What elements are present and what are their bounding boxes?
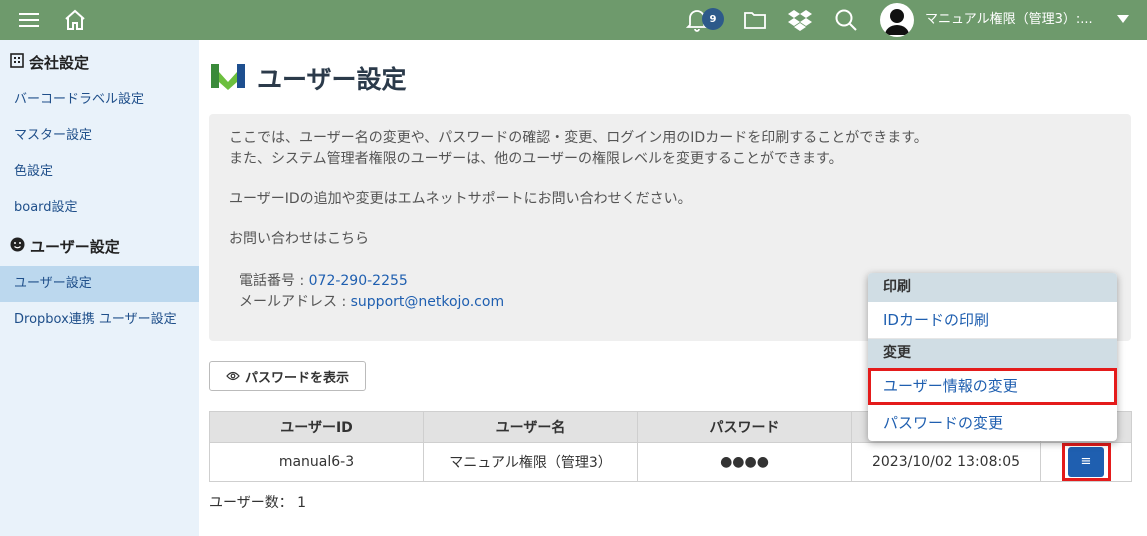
sidebar-section-user: ユーザー設定 bbox=[10, 228, 120, 264]
email-line: メールアドレス : support@netkojo.com bbox=[239, 291, 504, 311]
smiley-icon bbox=[10, 237, 25, 256]
notification-badge: 9 bbox=[702, 8, 724, 30]
chevron-down-icon[interactable] bbox=[1117, 15, 1129, 23]
phone-line: 電話番号 : 072-290-2255 bbox=[239, 270, 408, 290]
highlight-frame bbox=[1062, 443, 1111, 481]
sidebar-section-label: 会社設定 bbox=[29, 53, 90, 72]
sidebar-item-color[interactable]: 色設定 bbox=[0, 154, 199, 190]
top-bar: 9 マニュアル権限（管理3）:... bbox=[0, 0, 1147, 40]
sidebar-item-master[interactable]: マスター設定 bbox=[0, 118, 199, 154]
page-title: ユーザー設定 bbox=[257, 65, 407, 94]
show-password-button[interactable]: パスワードを表示 bbox=[209, 361, 366, 391]
sidebar-item-board[interactable]: board設定 bbox=[0, 190, 199, 226]
sidebar-item-barcode-label[interactable]: バーコードラベル設定 bbox=[0, 82, 199, 118]
info-text: ここでは、ユーザー名の変更や、パスワードの確認・変更、ログイン用のIDカードを印… bbox=[229, 130, 928, 146]
hamburger-menu-icon[interactable] bbox=[14, 0, 44, 40]
sidebar-section-label: ユーザー設定 bbox=[30, 237, 120, 256]
eye-icon bbox=[226, 371, 240, 381]
column-header-user-name: ユーザー名 bbox=[423, 411, 638, 443]
cell-updated: 2023/10/02 13:08:05 bbox=[851, 442, 1041, 482]
column-header-password: パスワード bbox=[637, 411, 852, 443]
folder-icon[interactable] bbox=[742, 0, 768, 40]
home-icon[interactable] bbox=[60, 0, 90, 40]
user-name-label[interactable]: マニュアル権限（管理3）:... bbox=[925, 0, 1110, 40]
menu-item-change-user-info[interactable]: ユーザー情報の変更 bbox=[868, 368, 1117, 405]
cell-user-name: マニュアル権限（管理3） bbox=[423, 442, 638, 482]
sidebar-item-dropbox-user-settings[interactable]: Dropbox連携 ユーザー設定 bbox=[0, 302, 199, 338]
show-password-label: パスワードを表示 bbox=[244, 370, 349, 386]
dropdown-header-print: 印刷 bbox=[868, 273, 1117, 302]
dropdown-header-change: 変更 bbox=[868, 339, 1117, 368]
menu-item-print-id-card[interactable]: IDカードの印刷 bbox=[868, 302, 1117, 339]
column-header-user-id: ユーザーID bbox=[209, 411, 424, 443]
info-text: また、システム管理者権限のユーザーは、他のユーザーの権限レベルを変更することがで… bbox=[229, 151, 843, 167]
search-icon[interactable] bbox=[832, 0, 860, 40]
cell-password: ●●●● bbox=[637, 442, 852, 482]
user-count: ユーザー数： 1 bbox=[209, 495, 307, 511]
sidebar: 会社設定 バーコードラベル設定 マスター設定 色設定 board設定 ユーザー設… bbox=[0, 40, 199, 536]
cell-user-id: manual6-3 bbox=[209, 442, 424, 482]
phone-link[interactable]: 072-290-2255 bbox=[309, 273, 408, 289]
phone-label: 電話番号 : bbox=[239, 273, 309, 289]
info-text: お問い合わせはこちら bbox=[229, 231, 369, 247]
dropbox-icon[interactable] bbox=[786, 0, 814, 40]
info-text: ユーザーIDの追加や変更はエムネットサポートにお問い合わせください。 bbox=[229, 191, 692, 207]
avatar[interactable] bbox=[880, 3, 914, 37]
app-logo bbox=[209, 60, 247, 92]
row-action-dropdown: 印刷 IDカードの印刷 変更 ユーザー情報の変更 パスワードの変更 bbox=[868, 273, 1117, 441]
sidebar-item-user-settings[interactable]: ユーザー設定 bbox=[0, 266, 199, 302]
sidebar-section-company: 会社設定 bbox=[10, 44, 89, 80]
menu-item-change-password[interactable]: パスワードの変更 bbox=[868, 405, 1117, 441]
email-link[interactable]: support@netkojo.com bbox=[351, 294, 504, 310]
building-icon bbox=[10, 52, 24, 72]
email-label: メールアドレス : bbox=[239, 294, 351, 310]
table-row: manual6-3 マニュアル権限（管理3） ●●●● 2023/10/02 1… bbox=[209, 442, 1132, 482]
